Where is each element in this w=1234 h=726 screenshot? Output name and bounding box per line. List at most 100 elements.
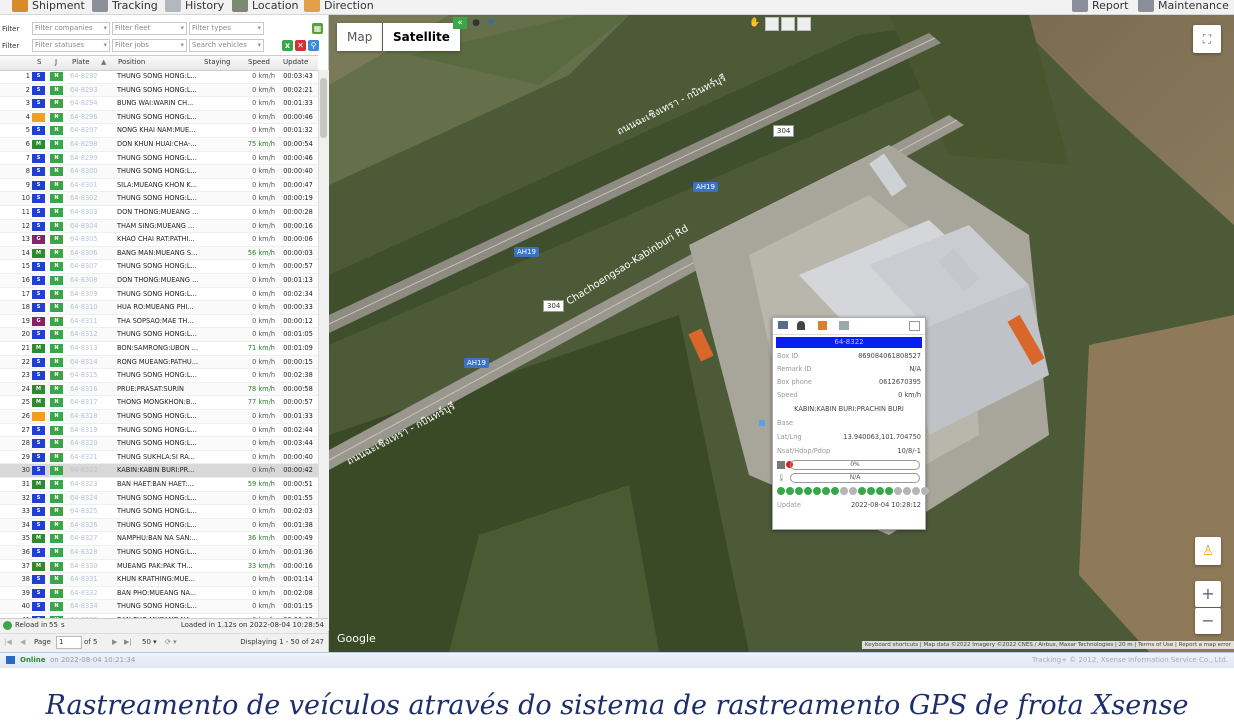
table-row[interactable]: 21 M N 64-8313 BON:SAMRONG:UBON ... 71 km/h 00… bbox=[0, 342, 318, 356]
table-row[interactable]: 33 S N 64-8325 THUNG SONG HONG:L... 0 km/h 00:… bbox=[0, 505, 318, 519]
report-label: Report bbox=[1092, 0, 1129, 12]
table-row[interactable]: 18 S N 64-8310 HUA RO:MUEANG PHI... 0 km/h 00:… bbox=[0, 301, 318, 315]
zoom-in-glyph: + bbox=[1201, 584, 1215, 603]
minimize-icon[interactable] bbox=[909, 321, 920, 331]
camera-tab-icon[interactable] bbox=[839, 321, 849, 330]
table-row[interactable]: 23 S N 64-8315 THUNG SONG HONG:L... 0 km/h 00:… bbox=[0, 369, 318, 383]
col-header-j[interactable]: J bbox=[55, 58, 57, 66]
direction-tab[interactable]: Direction bbox=[304, 0, 374, 13]
table-row[interactable]: 37 M N 64-8330 MUEANG PAK:PAK TH... 33 km/h 00… bbox=[0, 560, 318, 574]
table-row[interactable]: 31 M N 64-8323 BAN HAET:BAN HAET:... 59 km/h 0… bbox=[0, 478, 318, 492]
col-header-s[interactable]: S bbox=[37, 58, 41, 66]
next-page-icon[interactable]: ▶ bbox=[112, 638, 117, 646]
table-row[interactable]: 19 G N 64-8311 THA SOPSAO:MAE TH... 0 km/h 00:… bbox=[0, 315, 318, 329]
table-row[interactable]: 4 N 64-8296 THUNG SONG HONG:L... 0 km/h 00:00… bbox=[0, 110, 318, 125]
shipment-tab[interactable]: Shipment bbox=[12, 0, 85, 13]
table-row[interactable]: 40 S N 64-8334 THUNG SONG HONG:L... 0 km/h 00:… bbox=[0, 600, 318, 614]
filter-companies-combo[interactable]: Filter companies ▾ bbox=[32, 22, 110, 35]
location-tab[interactable]: Location bbox=[232, 0, 299, 13]
col-header-speed[interactable]: Speed bbox=[248, 58, 270, 66]
map-type-satellite-button[interactable]: Satellite bbox=[383, 23, 460, 51]
filter-jobs-combo[interactable]: Filter jobs ▾ bbox=[112, 39, 187, 52]
table-row[interactable]: 17 S N 64-8309 THUNG SONG HONG:L... 0 km/h 00:… bbox=[0, 288, 318, 302]
hand-icon[interactable]: ✋ bbox=[749, 17, 761, 29]
report-tab[interactable]: Report bbox=[1072, 0, 1128, 13]
export-excel-icon[interactable]: x bbox=[282, 40, 293, 51]
grid-scrollbar[interactable] bbox=[318, 70, 329, 631]
table-row[interactable]: 24 M N 64-8316 PRUE:PRASAT:SURIN 78 km/h 00:00… bbox=[0, 382, 318, 397]
refresh-icon[interactable]: ⟳ ▾ bbox=[165, 638, 177, 646]
zoom-out-button[interactable]: − bbox=[1195, 608, 1221, 634]
search-vehicles-input[interactable]: Search vehicles ▾ bbox=[189, 39, 264, 52]
table-row[interactable]: 36 S N 64-8328 THUNG SONG HONG:L... 0 km/h 00:… bbox=[0, 546, 318, 560]
collapse-panel-icon[interactable]: « bbox=[453, 17, 467, 29]
draw-shape-icon[interactable] bbox=[765, 17, 779, 31]
search-icon[interactable]: ⚲ bbox=[308, 40, 319, 51]
table-row[interactable]: 27 S N 64-8319 THUNG SONG HONG:L... 0 km/h 00:… bbox=[0, 424, 318, 438]
table-row[interactable]: 32 S N 64-8324 THUNG SONG HONG:L... 0 km/h 00:… bbox=[0, 491, 318, 506]
col-header-staying[interactable]: Staying bbox=[204, 58, 230, 66]
table-row[interactable]: 11 S N 64-8303 DON THONG:MUEANG ... 0 km/h 00:… bbox=[0, 206, 318, 220]
table-row[interactable]: 10 S N 64-8302 THUNG SONG HONG:L... 0 km/h 00:… bbox=[0, 192, 318, 206]
table-row[interactable]: 7 S N 64-8299 THUNG SONG HONG:L... 0 km/h 00:0… bbox=[0, 152, 318, 166]
maintenance-tab[interactable]: Maintenance bbox=[1138, 0, 1229, 13]
position-cell: BON:SAMRONG:UBON ... bbox=[117, 344, 199, 352]
grid-layout-icon[interactable]: ▦ bbox=[312, 23, 323, 34]
table-row[interactable]: 12 S N 64-8304 THAM SING:MUEANG ... 0 km/h 00:… bbox=[0, 219, 318, 234]
driver-tab-icon[interactable] bbox=[797, 321, 805, 330]
scrollbar-thumb[interactable] bbox=[320, 78, 327, 138]
table-row[interactable]: 5 S N 64-8297 NONG KHAI NAM:MUE... 0 km/h 00:0… bbox=[0, 124, 318, 138]
page-number-input[interactable]: 1 bbox=[56, 636, 82, 649]
history-tab[interactable]: History bbox=[165, 0, 224, 13]
traffic-light-icon[interactable]: ● bbox=[470, 17, 482, 29]
table-row[interactable]: 22 S N 64-8314 RONG MUEANG:PATHU... 0 km/h 00:… bbox=[0, 355, 318, 370]
table-row[interactable]: 8 S N 64-8300 THUNG SONG HONG:L... 0 km/h 00:0… bbox=[0, 165, 318, 179]
table-row[interactable]: 35 M N 64-8327 NAMPHU:BAN NA SAN:... 36 km/h 0… bbox=[0, 532, 318, 546]
draw-polygon-icon[interactable] bbox=[781, 17, 795, 31]
table-row[interactable]: 14 M N 64-8306 BANG MAN:MUEANG S... 56 km/h 00… bbox=[0, 246, 318, 261]
table-row[interactable]: 2 S N 64-8293 THUNG SONG HONG:L... 0 km/h 00:0… bbox=[0, 83, 318, 98]
truck-tab-icon[interactable] bbox=[778, 321, 788, 329]
satellite-map[interactable]: Chachoengsao-Kabinburi Rd ถนนฉะเชิงเทรา … bbox=[329, 15, 1234, 652]
table-row[interactable]: 1 S N 64-8292 THUNG SONG HONG:L... 0 km/h 00:0… bbox=[0, 70, 318, 84]
map-attribution[interactable]: Keyboard shortcuts | Map data ©2022 Imag… bbox=[861, 641, 1234, 649]
last-page-icon[interactable]: ▶| bbox=[124, 638, 132, 646]
zoom-in-button[interactable]: + bbox=[1195, 581, 1221, 607]
reload-icon[interactable] bbox=[3, 621, 12, 630]
measure-icon[interactable] bbox=[797, 17, 811, 31]
cargo-tab-icon[interactable] bbox=[818, 321, 827, 330]
update-cell: 00:01:05 bbox=[283, 330, 313, 339]
table-row[interactable]: 15 S N 64-8307 THUNG SONG HONG:L... 0 km/h 00:… bbox=[0, 260, 318, 274]
table-row[interactable]: 28 S N 64-8320 THUNG SONG HONG:L... 0 km/h 00:… bbox=[0, 437, 318, 451]
table-row[interactable]: 38 S N 64-8331 KHUN KRATHING:MUE... 0 km/h 00:… bbox=[0, 573, 318, 587]
clear-filter-icon[interactable]: ✕ bbox=[295, 40, 306, 51]
first-page-icon[interactable]: |◀ bbox=[4, 638, 12, 646]
col-header-update[interactable]: Update bbox=[283, 58, 308, 66]
col-header-position[interactable]: Position bbox=[118, 58, 145, 66]
prev-page-icon[interactable]: ◀ bbox=[20, 638, 25, 646]
fullscreen-icon[interactable]: ⛶ bbox=[1193, 25, 1221, 53]
table-row[interactable]: 26 N 64-8318 THUNG SONG HONG:L... 0 km/h 00:0… bbox=[0, 410, 318, 424]
map-type-map-button[interactable]: Map bbox=[337, 23, 383, 51]
page-size-select[interactable]: 50 ▾ bbox=[142, 638, 157, 646]
tracking-tab[interactable]: Tracking bbox=[92, 0, 158, 13]
table-row[interactable]: 20 S N 64-8312 THUNG SONG HONG:L... 0 km/h 00:… bbox=[0, 328, 318, 342]
table-row[interactable]: 34 S N 64-8326 THUNG SONG HONG:L... 0 km/h 00:… bbox=[0, 518, 318, 533]
table-row[interactable]: 25 M N 64-8317 THONG MONGKHON:B... 77 km/h 00:… bbox=[0, 396, 318, 410]
table-row[interactable]: 3 S N 64-8294 BUNG WAI:WARIN CH... 0 km/h 00:0… bbox=[0, 97, 318, 111]
update-cell: 00:01:38 bbox=[283, 520, 313, 529]
pegman-icon[interactable]: ♙ bbox=[1195, 537, 1221, 565]
filter-statuses-combo[interactable]: Filter statuses ▾ bbox=[32, 39, 110, 52]
filter-companies-placeholder: Filter companies bbox=[35, 24, 93, 32]
table-row[interactable]: 39 S N 64-8332 BAN PHO:MUEANG NA... 0 km/h 00:… bbox=[0, 587, 318, 601]
table-row[interactable]: 16 S N 64-8308 DON THONG:MUEANG ... 0 km/h 00:… bbox=[0, 274, 318, 288]
filter-types-combo[interactable]: Filter types ▾ bbox=[189, 22, 264, 35]
table-row[interactable]: 9 S N 64-8301 SILA:MUEANG KHON K... 0 km/h 00:… bbox=[0, 179, 318, 193]
col-header-plate[interactable]: Plate bbox=[72, 58, 90, 66]
table-row[interactable]: 29 S N 64-8321 THUNG SUKHLA:SI RA... 0 km/h 00… bbox=[0, 451, 318, 465]
cluster-icon[interactable]: ✥ bbox=[485, 17, 497, 29]
table-row[interactable]: 30 S N 64-8322 KABIN:KABIN BURI:PR... 0 km/h 0… bbox=[0, 464, 318, 478]
filter-fleet-combo[interactable]: Filter fleet ▾ bbox=[112, 22, 187, 35]
table-row[interactable]: 13 G N 64-8305 KHAO CHAI RAT:PATHI... 0 km/h 0… bbox=[0, 233, 318, 247]
table-row[interactable]: 6 M N 64-8298 DON KHUN HUAI:CHA-... 75 km/h 00… bbox=[0, 138, 318, 152]
